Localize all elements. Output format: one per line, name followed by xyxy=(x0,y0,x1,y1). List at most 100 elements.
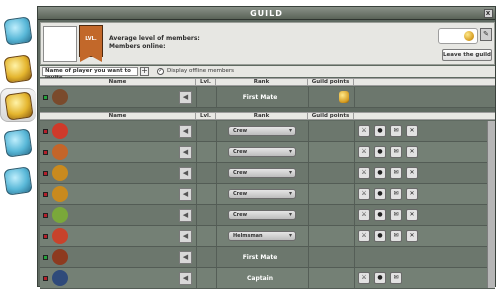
whisper-button[interactable]: ◀ xyxy=(179,167,192,180)
col-name: Name xyxy=(40,113,196,120)
chat-button[interactable]: ✉ xyxy=(390,167,402,179)
guild-emblem xyxy=(43,26,77,62)
invite-player-input[interactable]: Name of player you want to invite xyxy=(42,67,138,81)
avatar-dark-hood xyxy=(52,270,68,286)
online-status-icon xyxy=(43,95,48,100)
kick-button[interactable]: ✕ xyxy=(406,146,418,158)
pvp-button[interactable]: ⚔ xyxy=(358,188,370,200)
chat-button[interactable]: ✉ xyxy=(390,272,402,284)
pvp-button[interactable]: ⚔ xyxy=(358,209,370,221)
leader-row[interactable]: ◀ First Mate xyxy=(40,87,495,108)
rank-select[interactable]: Crew ▾ xyxy=(228,168,296,178)
avatar-boy-brown-hair xyxy=(52,89,68,105)
whisper-button[interactable]: ◀ xyxy=(179,209,192,222)
pvp-button[interactable]: ⚔ xyxy=(358,146,370,158)
member-row[interactable]: ◀ Helmsman ▾ ⚔ ● ✉ ✕ xyxy=(40,226,495,247)
whisper-button[interactable]: ◀ xyxy=(179,125,192,138)
avatar-red-bandana xyxy=(52,228,68,244)
group-button[interactable]: ● xyxy=(374,146,386,158)
chat-button[interactable]: ✉ xyxy=(390,146,402,158)
rank-select[interactable]: Crew ▾ xyxy=(228,210,296,220)
close-button[interactable]: x xyxy=(484,9,493,18)
display-offline-checkbox[interactable]: ✓ xyxy=(157,68,164,75)
leader-rank: First Mate xyxy=(242,94,278,101)
member-row[interactable]: ◀ Crew ▾ ⚔ ● ✉ ✕ xyxy=(40,121,495,142)
rank-select-value: Crew xyxy=(233,128,248,134)
side-tab-0[interactable] xyxy=(0,14,36,48)
invite-button[interactable]: + xyxy=(140,67,149,76)
whisper-button[interactable]: ◀ xyxy=(179,146,192,159)
members-table-header: Name Lvl. Rank Guild points xyxy=(40,112,495,120)
guild-window: Guild x LVL. Average level of members: M… xyxy=(37,6,496,289)
rank-select[interactable]: Crew ▾ xyxy=(228,126,296,136)
invite-bar: Name of player you want to invite + ✓ Di… xyxy=(40,66,495,81)
group-button[interactable]: ● xyxy=(374,230,386,242)
treasure-chest-icon xyxy=(4,91,34,121)
leader-table: Name Lvl. Rank Guild points ◀ First Mate xyxy=(40,78,495,112)
chevron-down-icon: ▾ xyxy=(288,169,292,176)
group-button[interactable]: ● xyxy=(374,188,386,200)
member-row[interactable]: ◀ Crew ▾ ⚔ ● ✉ ✕ xyxy=(40,184,495,205)
chevron-down-icon: ▾ xyxy=(288,127,292,134)
member-row[interactable]: ◀ Captain ⚔ ● ✉ xyxy=(40,268,495,289)
kick-button[interactable]: ✕ xyxy=(406,125,418,137)
kick-button[interactable]: ✕ xyxy=(406,188,418,200)
chat-button[interactable]: ✉ xyxy=(390,230,402,242)
col-points: Guild points xyxy=(308,113,354,120)
whisper-button[interactable]: ◀ xyxy=(179,272,192,285)
whisper-button[interactable]: ◀ xyxy=(179,188,192,201)
kick-button[interactable]: ✕ xyxy=(406,167,418,179)
side-tab-4[interactable] xyxy=(0,164,36,198)
members-scrollbar[interactable] xyxy=(487,121,495,288)
window-title-text: Guild xyxy=(250,9,283,18)
crystal-map-icon xyxy=(3,166,33,196)
members-table: Name Lvl. Rank Guild points ◀ Crew ▾ ⚔ ● ✉ ✕ ◀ C… xyxy=(40,112,495,289)
rank-select[interactable]: Helmsman ▾ xyxy=(228,231,296,241)
group-button[interactable]: ● xyxy=(374,125,386,137)
col-rank: Rank xyxy=(216,79,308,86)
member-row[interactable]: ◀ Crew ▾ ⚔ ● ✉ ✕ xyxy=(40,205,495,226)
rank-select-value: Crew xyxy=(233,191,248,197)
kick-button[interactable]: ✕ xyxy=(406,209,418,221)
whisper-button[interactable]: ◀ xyxy=(179,91,192,104)
side-tab-3[interactable] xyxy=(0,126,36,160)
col-level: Lvl. xyxy=(196,113,216,120)
member-row[interactable]: ◀ Crew ▾ ⚔ ● ✉ ✕ xyxy=(40,142,495,163)
rank-select[interactable]: Crew ▾ xyxy=(228,147,296,157)
offline-status-icon xyxy=(43,150,48,155)
pvp-button[interactable]: ⚔ xyxy=(358,125,370,137)
edit-guild-button[interactable]: ✎ xyxy=(480,28,492,41)
crystal-house-icon xyxy=(3,16,33,46)
chat-button[interactable]: ✉ xyxy=(390,188,402,200)
member-row[interactable]: ◀ Crew ▾ ⚔ ● ✉ ✕ xyxy=(40,163,495,184)
online-status-icon xyxy=(43,255,48,260)
col-rank: Rank xyxy=(216,113,308,120)
leader-table-header: Name Lvl. Rank Guild points xyxy=(40,78,495,86)
pvp-button[interactable]: ⚔ xyxy=(358,230,370,242)
avatar-brown-hair xyxy=(52,249,68,265)
pvp-button[interactable]: ⚔ xyxy=(358,167,370,179)
member-row[interactable]: ◀ First Mate xyxy=(40,247,495,268)
group-button[interactable]: ● xyxy=(374,167,386,179)
col-level: Lvl. xyxy=(196,79,216,86)
offline-status-icon xyxy=(43,171,48,176)
chevron-down-icon: ▾ xyxy=(288,211,292,218)
group-button[interactable]: ● xyxy=(374,272,386,284)
side-tab-2[interactable] xyxy=(0,88,36,122)
pvp-button[interactable]: ⚔ xyxy=(358,272,370,284)
kick-button[interactable]: ✕ xyxy=(406,230,418,242)
guild-level-label: LVL. xyxy=(85,36,97,42)
chat-button[interactable]: ✉ xyxy=(390,209,402,221)
guild-points-icon xyxy=(464,31,474,41)
group-button[interactable]: ● xyxy=(374,209,386,221)
whisper-button[interactable]: ◀ xyxy=(179,251,192,264)
leave-guild-button[interactable]: Leave the guild xyxy=(442,49,492,61)
avatar-green-creature xyxy=(52,207,68,223)
avatar-yellow-hair xyxy=(52,186,68,202)
guild-points-icon xyxy=(339,91,349,103)
chat-button[interactable]: ✉ xyxy=(390,125,402,137)
whisper-button[interactable]: ◀ xyxy=(179,230,192,243)
avatar-orange-bandana xyxy=(52,165,68,181)
rank-select[interactable]: Crew ▾ xyxy=(228,189,296,199)
side-tab-1[interactable] xyxy=(0,52,36,86)
